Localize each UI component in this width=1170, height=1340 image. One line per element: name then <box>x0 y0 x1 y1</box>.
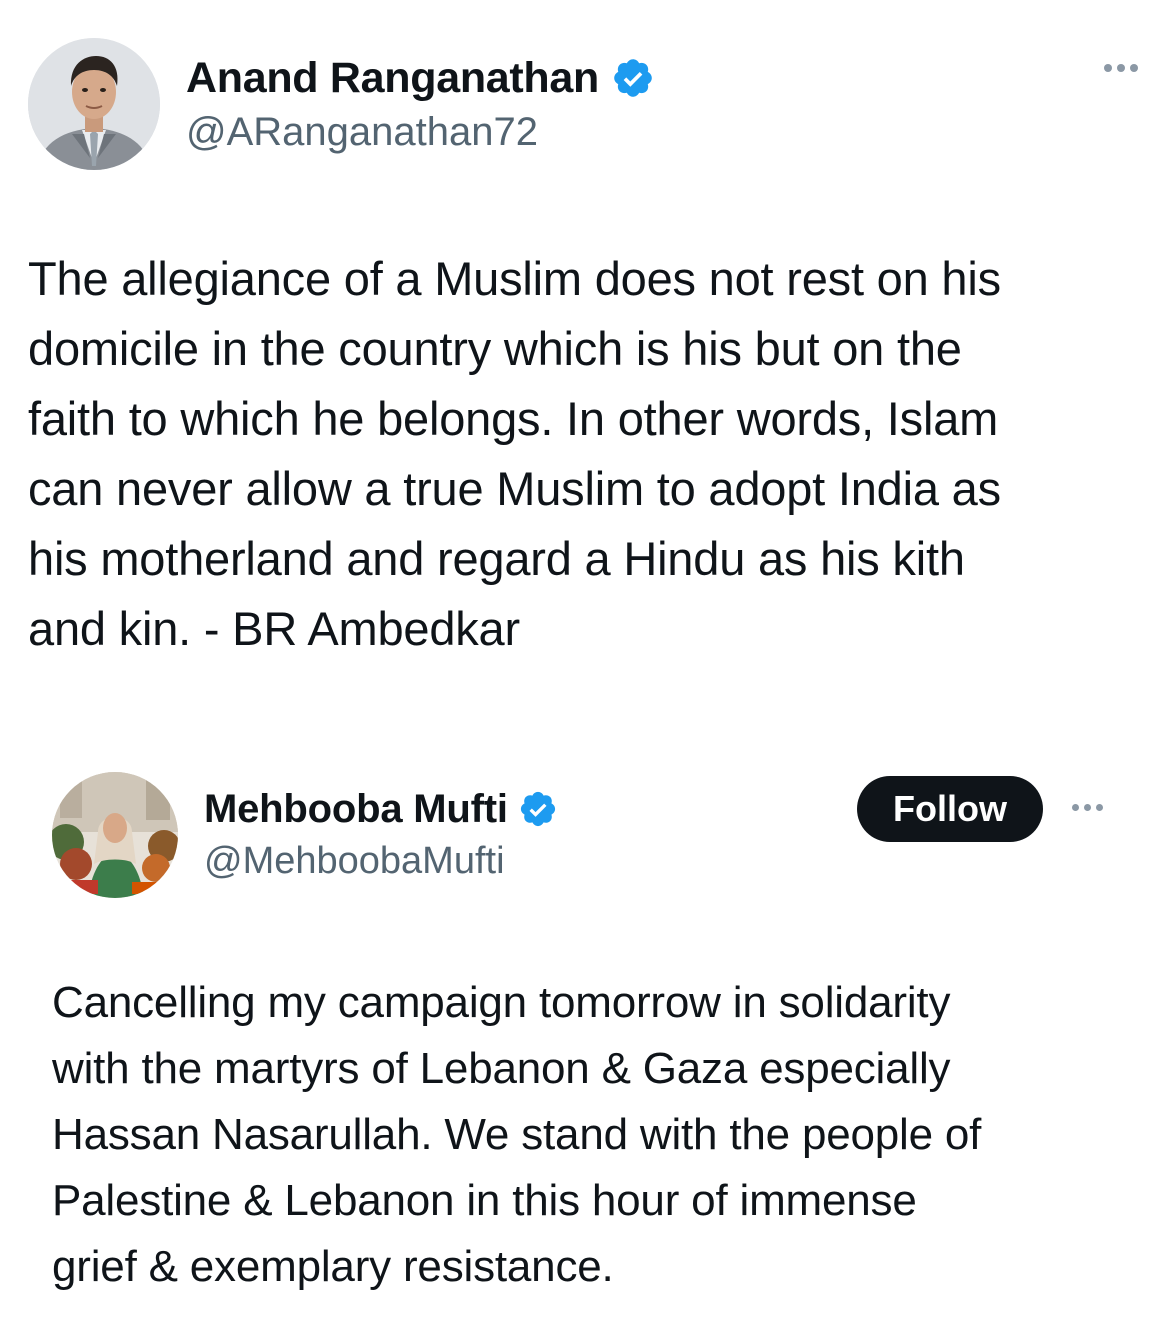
author-name-row: Anand Ranganathan <box>186 54 655 102</box>
tweet-text-line: faith to which he belongs. In other word… <box>28 392 999 445</box>
author-name[interactable]: Anand Ranganathan <box>186 54 599 102</box>
avatar-photo-icon <box>52 772 178 898</box>
more-options-icon[interactable] <box>1104 64 1138 72</box>
tweet-text: The allegiance of a Muslim does not rest… <box>28 244 1138 664</box>
avatar-photo-icon <box>28 38 160 170</box>
tweet-text-line: can never allow a true Muslim to adopt I… <box>28 462 1001 515</box>
author-handle[interactable]: @ARanganathan72 <box>186 108 538 156</box>
author-avatar[interactable] <box>28 38 160 170</box>
verified-badge-icon <box>614 59 652 97</box>
verified-badge-icon <box>520 791 555 827</box>
quoted-text-line: Palestine & Lebanon in this hour of imme… <box>52 1176 917 1225</box>
tweet-text-line: his motherland and regard a Hindu as his… <box>28 532 965 585</box>
quoted-text-line: grief & exemplary resistance. <box>52 1242 614 1291</box>
quoted-text-line: with the martyrs of Lebanon & Gaza espec… <box>52 1044 951 1093</box>
quoted-tweet-header: Mehbooba Mufti @MehboobaMufti Follow <box>52 772 1122 902</box>
main-tweet-header: Anand Ranganathan @ARanganathan72 <box>28 38 1148 173</box>
quoted-text-line: Hassan Nasarullah. We stand with the peo… <box>52 1110 982 1159</box>
quoted-author-name-row: Mehbooba Mufti <box>204 786 558 832</box>
tweet-text-line: domicile in the country which is his but… <box>28 322 962 375</box>
quoted-author-avatar[interactable] <box>52 772 178 898</box>
quoted-text-line: Cancelling my campaign tomorrow in solid… <box>52 978 951 1027</box>
quoted-author-handle[interactable]: @MehboobaMufti <box>204 838 505 884</box>
quoted-tweet-text: Cancelling my campaign tomorrow in solid… <box>52 970 1142 1300</box>
tweet-text-line: and kin. - BR Ambedkar <box>28 602 520 655</box>
follow-button[interactable]: Follow <box>857 776 1043 842</box>
quoted-author-name[interactable]: Mehbooba Mufti <box>204 786 508 832</box>
tweet-text-line: The allegiance of a Muslim does not rest… <box>28 252 1001 305</box>
more-options-icon[interactable] <box>1072 804 1103 811</box>
